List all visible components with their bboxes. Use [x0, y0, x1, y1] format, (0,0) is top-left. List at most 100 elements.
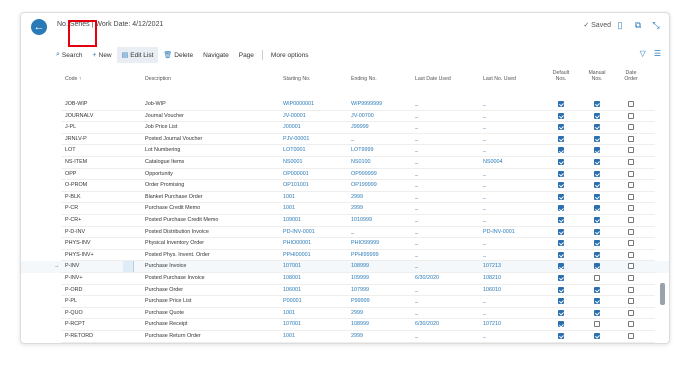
cell-last-no-used[interactable]: _ [483, 252, 486, 258]
manual-nos-checkbox[interactable] [594, 112, 600, 119]
manual-nos-checkbox[interactable] [594, 217, 600, 223]
cell-last-date-used[interactable]: _ [415, 217, 418, 223]
cell-code[interactable]: P-RCPT [65, 321, 85, 327]
cell-last-no-used[interactable]: _ [483, 217, 486, 223]
date-order-checkbox[interactable] [628, 263, 634, 270]
manual-nos-checkbox[interactable] [594, 333, 600, 339]
date-order-checkbox[interactable] [628, 321, 634, 328]
manual-nos-checkbox[interactable] [594, 251, 600, 258]
cell-last-no-used[interactable]: 108210 [483, 275, 501, 281]
cell-ending-no[interactable]: 2999 [351, 194, 363, 200]
table-row[interactable]: P-CR+ Posted Purchase Credit Memo 109001 10… [21, 215, 669, 227]
cell-starting-no[interactable]: 106001 [283, 287, 301, 293]
cell-code[interactable]: JOB-WIP [65, 101, 87, 107]
cell-code[interactable]: P-CR+ [65, 217, 81, 223]
cell-last-date-used[interactable]: _ [415, 310, 418, 316]
table-row[interactable]: PHYS-INV Physical Inventory Order PHIO0000… [21, 238, 669, 250]
default-nos-checkbox[interactable] [558, 275, 564, 281]
page-button[interactable]: Page [234, 47, 259, 63]
cell-last-no-used[interactable]: _ [483, 113, 486, 119]
cell-last-date-used[interactable]: _ [415, 182, 418, 188]
cell-code[interactable]: JRNLV-P [65, 136, 87, 142]
cell-last-date-used[interactable]: _ [415, 229, 418, 235]
manual-nos-checkbox[interactable] [594, 309, 600, 316]
table-row[interactable]: → P-INV Purchase Invoice 107001 108999 _ 10721… [21, 261, 669, 273]
col-date-order[interactable]: Date Order [621, 70, 641, 94]
cell-ending-no[interactable]: 2999 [351, 310, 363, 316]
cell-last-no-used[interactable]: _ [483, 194, 486, 200]
manual-nos-checkbox[interactable] [594, 228, 600, 235]
cell-last-date-used[interactable]: _ [415, 240, 418, 246]
cell-starting-no[interactable]: 1001 [283, 194, 295, 200]
cell-last-no-used[interactable]: _ [483, 124, 486, 130]
cell-last-date-used[interactable]: _ [415, 263, 418, 269]
default-nos-checkbox[interactable] [558, 333, 564, 339]
manual-nos-checkbox[interactable] [594, 275, 600, 281]
table-row[interactable]: O-PROM Order Promising OP101001 OP199999 _ _ [21, 180, 669, 192]
table-row[interactable]: P-ORD Purchase Order 106001 107999 _ 106010 [21, 285, 669, 297]
default-nos-checkbox[interactable] [558, 228, 564, 235]
cell-ending-no[interactable]: _ [351, 136, 354, 142]
cell-ending-no[interactable]: PPHI99999 [351, 252, 379, 258]
filter-icon[interactable]: ▽ [640, 49, 646, 58]
default-nos-checkbox[interactable] [558, 240, 564, 247]
cell-starting-no[interactable]: LOT0001 [283, 147, 305, 153]
manual-nos-checkbox[interactable] [594, 147, 600, 154]
manual-nos-checkbox[interactable] [594, 298, 600, 305]
cell-ending-no[interactable]: OP999999 [351, 171, 377, 177]
search-button[interactable]: ⌕ Search [51, 47, 88, 63]
date-order-checkbox[interactable] [628, 309, 634, 316]
cell-last-no-used[interactable]: _ [483, 182, 486, 188]
cell-last-no-used[interactable]: _ [483, 240, 486, 246]
cell-code[interactable]: P-INV+ [65, 275, 83, 281]
table-row[interactable]: J-PL Job Price List J00001 J99999 _ _ [21, 122, 669, 134]
table-row[interactable]: JOURNALV Journal Voucher JV-00001 JV-00700 _… [21, 111, 669, 123]
cell-last-date-used[interactable]: _ [415, 171, 418, 177]
date-order-checkbox[interactable] [628, 217, 634, 223]
cell-last-no-used[interactable]: _ [483, 333, 486, 339]
table-row[interactable]: P-BLK Blanket Purchase Order 1001 2999 _ _ [21, 192, 669, 204]
cell-ending-no[interactable]: J99999 [351, 124, 369, 130]
manual-nos-checkbox[interactable] [594, 286, 600, 293]
default-nos-checkbox[interactable] [558, 182, 564, 189]
navigate-button[interactable]: Navigate [198, 47, 234, 63]
cell-last-date-used[interactable]: _ [415, 124, 418, 130]
col-description[interactable]: Description [145, 76, 171, 100]
cell-starting-no[interactable]: PJV-00001 [283, 136, 309, 142]
date-order-checkbox[interactable] [628, 275, 634, 281]
default-nos-checkbox[interactable] [558, 321, 564, 328]
table-row[interactable]: JOB-WIP Job-WIP WIP0000001 WIP9999999 _ _ [21, 99, 669, 111]
cell-code[interactable]: JOURNALV [65, 113, 93, 119]
cell-starting-no[interactable]: 108001 [283, 275, 301, 281]
default-nos-checkbox[interactable] [558, 193, 564, 200]
cell-starting-no[interactable]: P00001 [283, 298, 302, 304]
list-view-icon[interactable]: ☰ [654, 49, 661, 58]
cell-last-date-used[interactable]: _ [415, 101, 418, 107]
default-nos-checkbox[interactable] [558, 101, 564, 107]
cell-code[interactable]: P-CR [65, 205, 78, 211]
date-order-checkbox[interactable] [628, 298, 634, 305]
date-order-checkbox[interactable] [628, 170, 634, 177]
default-nos-checkbox[interactable] [558, 147, 564, 154]
date-order-checkbox[interactable] [628, 193, 634, 200]
cell-last-no-used[interactable]: _ [483, 205, 486, 211]
date-order-checkbox[interactable] [628, 205, 634, 212]
date-order-checkbox[interactable] [628, 101, 634, 107]
cell-starting-no[interactable]: J00001 [283, 124, 301, 130]
default-nos-checkbox[interactable] [558, 251, 564, 258]
table-row[interactable]: P-CR Purchase Credit Memo 1001 2999 _ _ [21, 203, 669, 215]
date-order-checkbox[interactable] [628, 159, 634, 165]
cell-code[interactable]: PHYS-INV [65, 240, 90, 246]
table-row[interactable]: PHYS-INV+ Posted Phys. Invent. Order PPHI0… [21, 250, 669, 262]
cell-ending-no[interactable]: WIP9999999 [351, 101, 382, 107]
date-order-checkbox[interactable] [628, 124, 634, 131]
default-nos-checkbox[interactable] [558, 217, 564, 223]
cell-starting-no[interactable]: PPHI00001 [283, 252, 311, 258]
manual-nos-checkbox[interactable] [594, 263, 600, 270]
cell-starting-no[interactable]: 109001 [283, 217, 301, 223]
new-button[interactable]: + New [88, 47, 117, 63]
table-row[interactable]: P-QUO Purchase Quote 1001 2999 _ _ [21, 308, 669, 320]
cell-last-no-used[interactable]: _ [483, 147, 486, 153]
vertical-scrollbar[interactable] [660, 283, 665, 305]
cell-ending-no[interactable]: P99999 [351, 298, 370, 304]
